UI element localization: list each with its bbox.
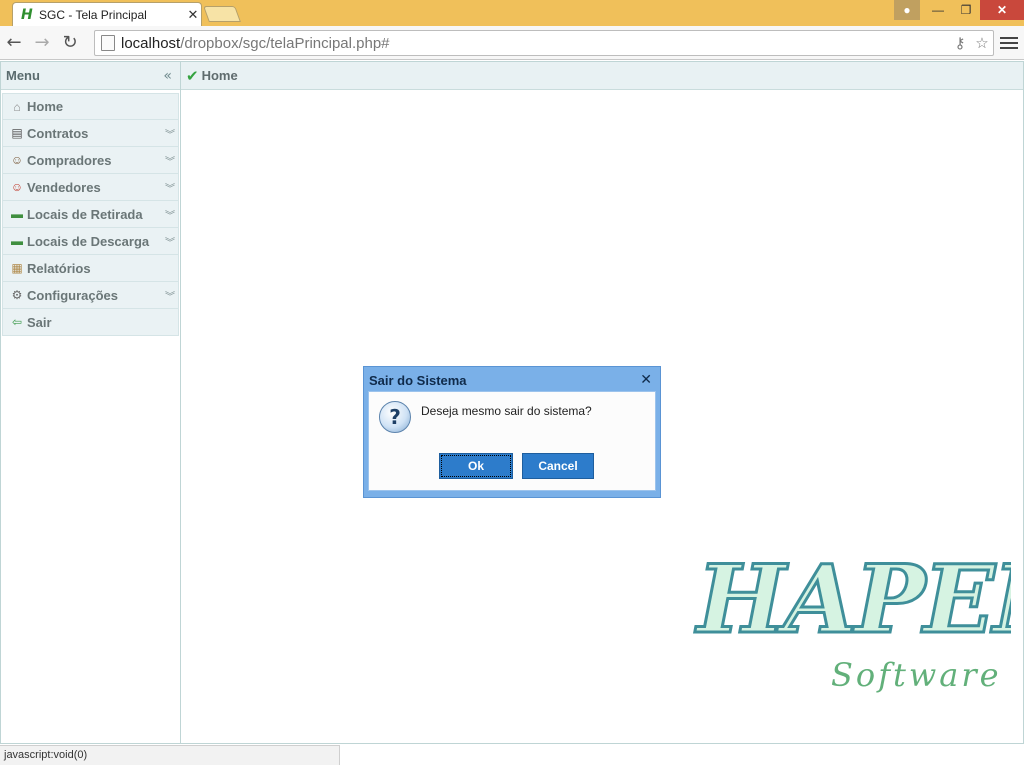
truck-icon: ▬: [11, 234, 23, 248]
hapen-software-logo: HAPEN HAPEN Software: [693, 544, 1012, 695]
browser-menu-icon[interactable]: [1000, 32, 1018, 54]
logo-main-text: HAPEN: [694, 545, 1011, 655]
status-bar: javascript:void(0): [0, 745, 340, 765]
new-tab-button[interactable]: [203, 6, 241, 22]
menu-panel-header: Menu «: [1, 62, 180, 90]
window-controls: ● — ❐ ✕: [894, 0, 1024, 20]
menu-item-compradores[interactable]: ☺ Compradores ︾: [2, 147, 179, 174]
minimize-button[interactable]: —: [924, 0, 952, 20]
menu-item-home[interactable]: ⌂ Home: [2, 93, 179, 120]
tab-home[interactable]: Home: [202, 68, 238, 83]
dialog-message: Deseja mesmo sair do sistema?: [421, 404, 592, 418]
expand-chevron-icon[interactable]: ︾: [162, 153, 178, 168]
page-icon: [101, 35, 115, 51]
ok-button[interactable]: Ok: [439, 453, 513, 479]
center-tab-bar: ✔ Home: [181, 62, 1023, 90]
forward-button[interactable]: →: [28, 29, 56, 57]
dialog-title-bar[interactable]: Sair do Sistema ✕: [368, 371, 656, 391]
gear-icon: ⚙: [11, 288, 23, 302]
menu-panel-title: Menu: [6, 68, 40, 83]
expand-chevron-icon[interactable]: ︾: [162, 288, 178, 303]
menu-item-label: Compradores: [27, 152, 112, 168]
browser-tab[interactable]: H SGC - Tela Principal ✕: [12, 2, 202, 26]
restore-button[interactable]: ❐: [952, 0, 980, 20]
exit-icon: ⇦: [11, 315, 23, 329]
expand-chevron-icon[interactable]: ︾: [162, 180, 178, 195]
key-icon[interactable]: ⚷: [949, 34, 971, 52]
menu-item-label: Configurações: [27, 287, 119, 303]
expand-chevron-icon[interactable]: ︾: [162, 126, 178, 141]
dialog-close-icon[interactable]: ✕: [640, 372, 652, 388]
report-icon: ▦: [11, 261, 23, 275]
tab-close-icon[interactable]: ✕: [185, 7, 201, 23]
cancel-button[interactable]: Cancel: [522, 453, 594, 479]
url-text[interactable]: localhost/dropbox/sgc/telaPrincipal.php#: [121, 35, 949, 52]
window-close-button[interactable]: ✕: [980, 0, 1024, 20]
question-icon: ?: [379, 401, 411, 433]
url-path: /dropbox/sgc/telaPrincipal.php#: [180, 34, 390, 52]
checkmark-icon: ✔: [186, 66, 199, 85]
menu-item-label: Contratos: [27, 125, 89, 141]
collapse-panel-icon[interactable]: «: [163, 68, 172, 84]
menu-item-label: Locais de Descarga: [27, 233, 150, 249]
bookmark-star-icon[interactable]: ☆: [971, 34, 993, 52]
reload-button[interactable]: ↻: [56, 29, 84, 57]
exit-confirm-dialog: Sair do Sistema ✕ ? Deseja mesmo sair do…: [363, 366, 661, 498]
expand-chevron-icon[interactable]: ︾: [162, 234, 178, 249]
seller-icon: ☺: [10, 180, 24, 194]
user-profile-icon[interactable]: ●: [894, 0, 920, 20]
app-favicon-icon: H: [21, 6, 33, 23]
dialog-title: Sair do Sistema: [369, 372, 467, 388]
contract-icon: ▤: [11, 126, 23, 140]
menu-item-locais-de-retirada[interactable]: ▬ Locais de Retirada ︾: [2, 201, 179, 228]
address-bar[interactable]: localhost/dropbox/sgc/telaPrincipal.php#…: [94, 30, 994, 56]
menu-list: ⌂ Home ▤ Contratos ︾ ☺ Compradores ︾ ☺ Vendedores…: [1, 90, 180, 339]
menu-item-sair[interactable]: ⇦ Sair: [2, 309, 179, 336]
menu-item-configura-es[interactable]: ⚙ Configurações ︾: [2, 282, 179, 309]
home-icon: ⌂: [13, 99, 21, 114]
truck-icon: ▬: [11, 207, 23, 221]
page-content: Menu « ⌂ Home ▤ Contratos ︾ ☺ Compradores ︾ ☺ Ven…: [0, 61, 1024, 768]
tab-title: SGC - Tela Principal: [39, 7, 147, 22]
menu-item-vendedores[interactable]: ☺ Vendedores ︾: [2, 174, 179, 201]
menu-item-label: Home: [27, 99, 64, 114]
menu-item-locais-de-descarga[interactable]: ▬ Locais de Descarga ︾: [2, 228, 179, 255]
browser-toolbar: ← → ↻ localhost/dropbox/sgc/telaPrincipa…: [0, 26, 1024, 60]
west-menu-panel: Menu « ⌂ Home ▤ Contratos ︾ ☺ Compradores ︾ ☺ Ven…: [0, 61, 181, 744]
menu-item-relat-rios[interactable]: ▦ Relatórios: [2, 255, 179, 282]
buyer-icon: ☺: [10, 153, 24, 167]
expand-chevron-icon[interactable]: ︾: [162, 207, 178, 222]
menu-item-label: Locais de Retirada: [27, 206, 143, 222]
browser-titlebar: H SGC - Tela Principal ✕ ● — ❐ ✕: [0, 0, 1024, 26]
menu-item-label: Relatórios: [27, 260, 91, 276]
menu-item-label: Vendedores: [27, 179, 101, 195]
logo-sub-text: Software: [831, 656, 1002, 694]
menu-item-contratos[interactable]: ▤ Contratos ︾: [2, 120, 179, 147]
url-host: localhost: [121, 34, 181, 52]
menu-item-label: Sair: [27, 314, 52, 330]
dialog-body: ? Deseja mesmo sair do sistema? Ok Cance…: [368, 391, 656, 491]
back-button[interactable]: ←: [0, 29, 28, 57]
